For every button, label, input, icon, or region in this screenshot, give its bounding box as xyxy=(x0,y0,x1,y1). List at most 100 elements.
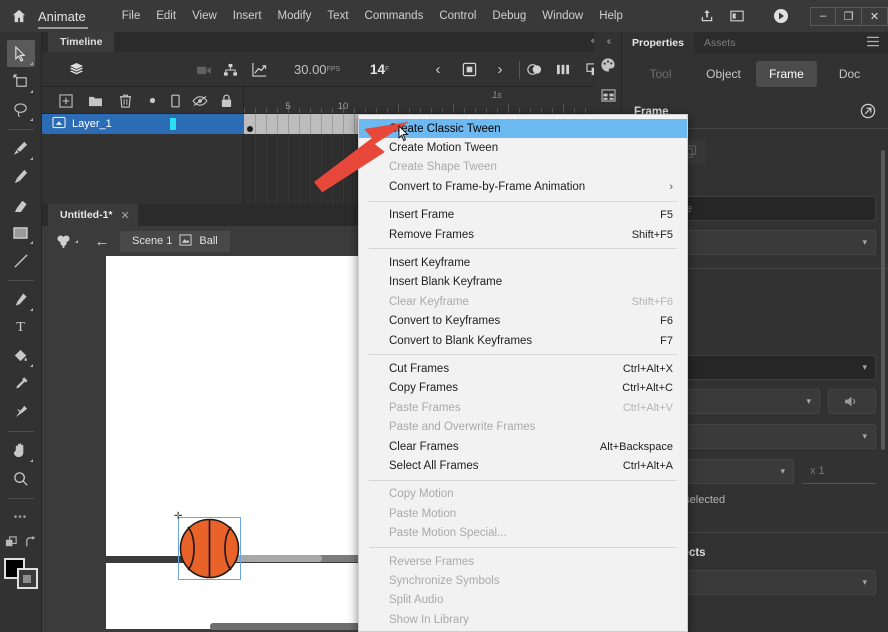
frame-picker-icon[interactable] xyxy=(457,52,481,87)
menu-item-label: Paste Motion xyxy=(389,507,457,520)
tab-timeline[interactable]: Timeline xyxy=(48,32,115,52)
collapse-panel-icon[interactable]: ‹‹ xyxy=(594,32,622,50)
menu-view[interactable]: View xyxy=(184,6,225,26)
eyedropper-tool[interactable] xyxy=(7,370,35,397)
line-tool[interactable] xyxy=(7,247,35,274)
paint-bucket-tool[interactable] xyxy=(7,342,35,369)
timeline-layer-row[interactable]: Layer_1 xyxy=(42,114,244,134)
ruler-number-10: 10 xyxy=(337,101,349,112)
menu-item-cut-frames[interactable]: Cut Frames Ctrl+Alt+X xyxy=(359,359,687,378)
registration-point-icon: ✛ xyxy=(174,511,183,522)
layout-icon[interactable] xyxy=(722,0,752,32)
edit-scene-icon[interactable] xyxy=(42,233,84,249)
parent-view-icon[interactable] xyxy=(218,52,242,87)
menu-item-insert-frame[interactable]: Insert Frame F5 xyxy=(359,206,687,225)
tab-properties[interactable]: Properties xyxy=(622,32,694,54)
paint-brush-tool[interactable] xyxy=(7,135,35,162)
lasso-tool[interactable] xyxy=(7,96,35,123)
menu-insert[interactable]: Insert xyxy=(225,6,270,26)
menu-text[interactable]: Text xyxy=(319,6,356,26)
onion-skin-icon[interactable] xyxy=(522,52,548,87)
layers-icon[interactable] xyxy=(64,52,88,87)
layer-header-toolbar xyxy=(42,87,244,114)
menu-commands[interactable]: Commands xyxy=(357,6,432,26)
menu-debug[interactable]: Debug xyxy=(484,6,534,26)
eraser-tool[interactable] xyxy=(7,191,35,218)
minimize-button[interactable]: – xyxy=(810,6,836,26)
speaker-icon[interactable] xyxy=(828,389,876,414)
rectangle-tool[interactable] xyxy=(7,219,35,246)
prev-keyframe-icon[interactable]: ‹ xyxy=(427,52,449,87)
menu-item-insert-keyframe[interactable]: Insert Keyframe xyxy=(359,253,687,272)
stroke-color-swatch[interactable] xyxy=(16,568,38,589)
lock-icon[interactable] xyxy=(214,87,238,114)
hand-tool[interactable] xyxy=(7,437,35,464)
menu-edit[interactable]: Edit xyxy=(148,6,184,26)
pen-tool[interactable] xyxy=(7,286,35,313)
tool-expand-indicator xyxy=(29,157,33,160)
menu-item-remove-frames[interactable]: Remove Frames Shift+F5 xyxy=(359,225,687,244)
fps-value: 30.00 xyxy=(294,62,327,77)
timeline-ruler[interactable]: 5 10 1s xyxy=(244,87,602,114)
menu-item-convert-to-keyframes[interactable]: Convert to Keyframes F6 xyxy=(359,312,687,331)
home-icon[interactable] xyxy=(0,9,38,23)
eye-icon[interactable] xyxy=(188,87,212,114)
share-icon[interactable] xyxy=(692,0,722,32)
color-palette-icon[interactable] xyxy=(594,50,622,80)
layer-selection-marker xyxy=(170,118,176,130)
swap-colors-icon[interactable] xyxy=(24,536,37,552)
breadcrumb-ball[interactable]: Ball xyxy=(199,235,217,247)
menu-item-copy-frames[interactable]: Copy Frames Ctrl+Alt+C xyxy=(359,379,687,398)
library-grid-icon[interactable] xyxy=(594,80,622,110)
menu-item-convert-to-blank-keyframes[interactable]: Convert to Blank Keyframes F7 xyxy=(359,331,687,350)
delete-layer-icon[interactable] xyxy=(112,87,138,114)
onion-outline-icon[interactable] xyxy=(550,52,576,87)
segment-frame[interactable]: Frame xyxy=(756,61,817,87)
tool-expand-indicator xyxy=(29,459,33,462)
menu-control[interactable]: Control xyxy=(431,6,484,26)
new-folder-icon[interactable] xyxy=(82,87,108,114)
camera-icon[interactable] xyxy=(192,52,216,87)
basketball-object[interactable]: ✛ xyxy=(174,512,241,580)
close-button[interactable]: ✕ xyxy=(862,6,888,26)
sound-loop-count[interactable]: x 1 xyxy=(802,459,876,484)
menu-help[interactable]: Help xyxy=(591,6,631,26)
menu-item-shortcut: Ctrl+Alt+X xyxy=(622,362,673,375)
outline-icon[interactable] xyxy=(164,87,186,114)
open-external-icon[interactable] xyxy=(860,103,876,122)
dot-icon[interactable] xyxy=(142,87,162,114)
segment-doc[interactable]: Doc xyxy=(819,61,880,87)
document-tab[interactable]: Untitled-1* ✕ xyxy=(48,204,138,226)
more-tools-icon[interactable]: ••• xyxy=(7,504,35,531)
graph-editor-icon[interactable] xyxy=(247,52,271,87)
duplicate-icon[interactable] xyxy=(5,536,18,552)
menu-item-clear-frames[interactable]: Clear Frames Alt+Backspace xyxy=(359,437,687,456)
tab-assets[interactable]: Assets xyxy=(694,32,746,54)
segment-object[interactable]: Object xyxy=(693,61,754,87)
close-icon[interactable]: ✕ xyxy=(121,209,130,222)
maximize-button[interactable]: ❐ xyxy=(836,6,862,26)
text-tool[interactable]: T xyxy=(7,314,35,341)
menu-file[interactable]: File xyxy=(114,6,149,26)
brush-tool[interactable] xyxy=(7,163,35,190)
fps-indicator[interactable]: 30.00 FPS xyxy=(294,52,340,87)
properties-vertical-scrollbar[interactable] xyxy=(881,150,885,450)
hamburger-icon[interactable] xyxy=(866,36,888,50)
menu-item-insert-blank-keyframe[interactable]: Insert Blank Keyframe xyxy=(359,273,687,292)
menu-modify[interactable]: Modify xyxy=(270,6,320,26)
zoom-tool[interactable] xyxy=(7,465,35,492)
play-icon[interactable] xyxy=(766,0,796,32)
bone-tool[interactable] xyxy=(7,398,35,425)
breadcrumb-scene-1[interactable]: Scene 1 xyxy=(132,235,172,247)
next-keyframe-icon[interactable]: › xyxy=(489,52,511,87)
menu-item-select-all-frames[interactable]: Select All Frames Ctrl+Alt+A xyxy=(359,456,687,475)
menu-window[interactable]: Window xyxy=(534,6,591,26)
window-controls: – ❐ ✕ xyxy=(810,6,888,26)
current-frame-indicator[interactable]: 14 F xyxy=(370,52,389,87)
tool-expand-indicator xyxy=(29,241,33,244)
segment-tool[interactable]: Tool xyxy=(630,61,691,87)
add-layer-icon[interactable] xyxy=(54,87,78,114)
selection-tool[interactable] xyxy=(6,40,35,67)
back-arrow-icon[interactable]: ← xyxy=(84,233,120,250)
free-transform-tool[interactable] xyxy=(7,68,35,95)
